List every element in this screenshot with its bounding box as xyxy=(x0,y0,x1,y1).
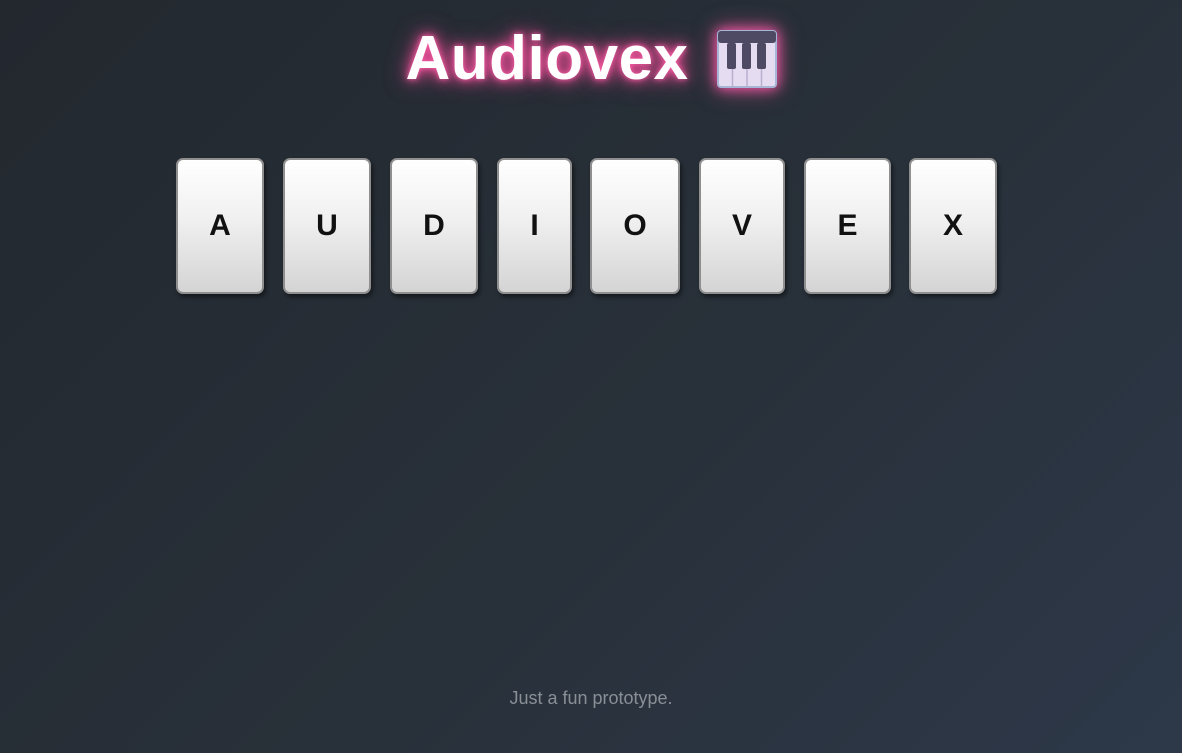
tile-letter: V xyxy=(731,209,752,242)
letter-tile-d[interactable]: D xyxy=(390,158,478,294)
letter-tile-o[interactable]: O xyxy=(590,158,680,294)
app-header: Audiovex xyxy=(0,24,1182,94)
letter-tile-i[interactable]: I xyxy=(497,158,572,294)
tile-letter: D xyxy=(423,209,445,242)
piano-icon xyxy=(716,30,777,88)
tile-letter: E xyxy=(837,209,858,242)
tile-letter: X xyxy=(942,209,963,242)
tile-letter: U xyxy=(316,209,338,242)
footer-note: Just a fun prototype. xyxy=(509,688,673,708)
tile-letter: A xyxy=(209,209,231,242)
letter-tile-e[interactable]: E xyxy=(804,158,891,294)
letter-tile-x[interactable]: X xyxy=(909,158,997,294)
letter-tile-a[interactable]: A xyxy=(176,158,264,294)
letter-tiles: A U D I O V E X xyxy=(0,158,1182,298)
tile-letter: O xyxy=(623,209,647,242)
app-title: Audiovex xyxy=(405,24,689,93)
tile-letter: I xyxy=(530,209,539,242)
letter-tile-u[interactable]: U xyxy=(283,158,371,294)
letter-tile-v[interactable]: V xyxy=(699,158,785,294)
